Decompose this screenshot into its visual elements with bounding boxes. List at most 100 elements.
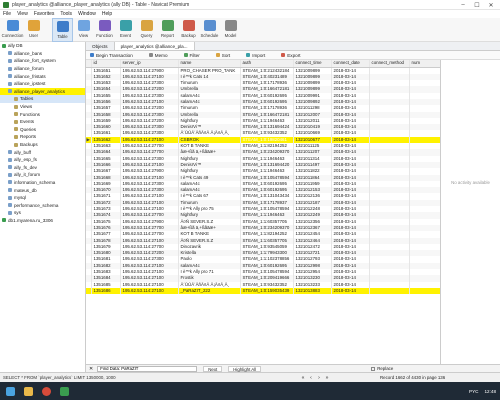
- menu-favorites[interactable]: Favorites: [34, 11, 55, 17]
- toolbar-query-button[interactable]: Query: [136, 18, 157, 42]
- table-row[interactable]: 1351686 195.62.53.114:27100 _PaRaZIT_222 ST…: [86, 287, 440, 295]
- menu-view[interactable]: View: [17, 11, 28, 17]
- toolbar-report-button[interactable]: Report: [157, 18, 178, 42]
- tab-player-analytics[interactable]: player_analytics @alliance_pla...: [114, 42, 195, 50]
- cell-auth[interactable]: STEAM_1:0:212432184: [240, 67, 294, 74]
- menu-help[interactable]: Help: [102, 11, 112, 17]
- import-button[interactable]: Import: [246, 53, 273, 58]
- tab-objects[interactable]: Objects: [86, 42, 115, 50]
- tree-item-alliance-fort-system[interactable]: alliance_fort_system: [0, 57, 85, 65]
- tree-item-alliance-ipstest[interactable]: alliance_ipstest: [0, 80, 85, 88]
- tree-item-sys[interactable]: sys: [0, 209, 85, 217]
- cell-connect-method[interactable]: [369, 67, 410, 74]
- cell-auth[interactable]: STEAM_1:0:17178936: [240, 105, 294, 112]
- memo-button[interactable]: Memo: [148, 53, 176, 58]
- column-header-num[interactable]: num: [409, 60, 440, 68]
- taskbar-browser[interactable]: [38, 384, 54, 398]
- toolbar-schedule-button[interactable]: Schedule: [199, 18, 220, 42]
- cell-connect-date[interactable]: 2018-03-14: [331, 67, 370, 74]
- tree-item-views[interactable]: Views: [0, 103, 85, 111]
- toolbar-backup-button[interactable]: Backup: [178, 18, 199, 42]
- cell-connect-date[interactable]: 2018-03-14: [331, 287, 370, 295]
- data-grid[interactable]: id server_ip name auth connect_time connect_d…: [86, 60, 441, 364]
- tree-item-alliance-forum[interactable]: alliance_forum: [0, 65, 85, 73]
- last-page-icon[interactable]: »: [324, 375, 330, 381]
- toolbar-user-button[interactable]: User: [23, 18, 44, 42]
- tree-item-alliance-bans[interactable]: alliance_bans: [0, 50, 85, 58]
- cell-id[interactable]: 1351686: [91, 287, 121, 295]
- tree-item-reports[interactable]: Reports: [0, 133, 85, 141]
- tree-item-db1-myarena-ru-3306[interactable]: db1.myarena.ru_3306: [0, 217, 85, 225]
- toolbar-function-button[interactable]: Function: [94, 18, 115, 42]
- table-row[interactable]: 1351651 195.62.53.114:27900 PRO_CHASER PRO…: [86, 67, 440, 74]
- toolbar-table-button[interactable]: Table: [52, 18, 73, 42]
- cell-auth[interactable]: STEAM_1:0:105478594: [240, 174, 294, 181]
- cell-name[interactable]: _PaRaZIT_222: [178, 287, 241, 295]
- cell-auth[interactable]: STEAM_1:1:102378856: [240, 256, 294, 263]
- cell-auth[interactable]: STEAM_1:1:60357705: [240, 218, 294, 225]
- cell-auth[interactable]: STEAM_1:0:159035439: [240, 287, 294, 295]
- column-header-server-ip[interactable]: server_ip: [120, 60, 179, 68]
- column-header-connect-time[interactable]: connect_time: [293, 60, 332, 68]
- cell-auth[interactable]: STEAM_1:0:166472181: [240, 86, 294, 93]
- tree-item-ally-fs-dev[interactable]: ally_fs_dev: [0, 164, 85, 172]
- column-header-connect-date[interactable]: connect_date: [331, 60, 370, 68]
- menu-file[interactable]: File: [3, 11, 11, 17]
- tree-item-tables[interactable]: Tables: [0, 95, 85, 103]
- cell-num[interactable]: [409, 67, 440, 74]
- column-header-auth[interactable]: auth: [240, 60, 294, 68]
- tree-item-queries[interactable]: Queries: [0, 126, 85, 134]
- begin-transaction-button[interactable]: Begin Transaction: [90, 53, 141, 58]
- sort-button[interactable]: Sort: [215, 53, 238, 58]
- tree-item-ally-esp-fs[interactable]: ally_esp_fs: [0, 156, 85, 164]
- find-next-button[interactable]: Next: [203, 365, 223, 372]
- toolbar-model-button[interactable]: Model: [220, 18, 241, 42]
- export-button[interactable]: Export: [281, 53, 308, 58]
- toolbar-view-button[interactable]: View: [73, 18, 94, 42]
- cell-id[interactable]: 1351651: [91, 67, 121, 74]
- tree-item-information-schema[interactable]: information_schema: [0, 179, 85, 187]
- prev-page-icon[interactable]: ‹: [308, 375, 314, 381]
- maximize-icon[interactable]: ☐: [470, 0, 484, 10]
- tree-item-alliance-player-analytics[interactable]: alliance_player_analytics: [0, 87, 85, 96]
- tree-item-ally-db[interactable]: ally DB: [0, 42, 85, 50]
- cell-auth[interactable]: STEAM_1:0:93432352: [240, 130, 294, 137]
- cell-server-ip[interactable]: 195.62.53.114:27100: [120, 287, 179, 295]
- highlight-all-button[interactable]: Highlight All: [228, 365, 262, 372]
- cell-auth[interactable]: STEAM_1:1:82194252: [240, 231, 294, 238]
- taskbar-explorer[interactable]: [20, 384, 36, 398]
- tree-item-performance-schema[interactable]: performance_schema: [0, 201, 85, 209]
- filter-button[interactable]: Filter: [183, 53, 208, 58]
- tree-item-ally-buff[interactable]: ally_buff: [0, 148, 85, 156]
- cell-num[interactable]: [409, 287, 440, 295]
- tree-item-backups[interactable]: Backups: [0, 141, 85, 149]
- cell-auth[interactable]: STEAM_1:0:93432352: [240, 281, 294, 288]
- toolbar-connection-button[interactable]: Connection: [2, 18, 23, 42]
- first-page-icon[interactable]: «: [300, 375, 306, 381]
- cell-name[interactable]: PRO_CHASER PRO_TANK: [178, 67, 241, 74]
- close-find-icon[interactable]: ✕: [89, 366, 93, 372]
- find-input[interactable]: [97, 365, 198, 372]
- cell-connect-time[interactable]: 1321009899: [293, 67, 332, 74]
- column-header-name[interactable]: name: [178, 60, 241, 68]
- cell-auth[interactable]: STEAM_1:1:60357705: [240, 237, 294, 244]
- replace-checkbox[interactable]: Replace: [371, 366, 393, 371]
- tree-item-events[interactable]: Events: [0, 118, 85, 126]
- taskbar-navicat[interactable]: [56, 384, 72, 398]
- cell-auth[interactable]: STEAM_1:0:131043434: [240, 193, 294, 200]
- cell-auth[interactable]: STEAM_1:0:234209370: [240, 149, 294, 156]
- next-page-icon[interactable]: ›: [316, 375, 322, 381]
- start-button[interactable]: [2, 384, 18, 398]
- toolbar-event-button[interactable]: Event: [115, 18, 136, 42]
- tree-item-ally-it-forum[interactable]: ally_it_forum: [0, 171, 85, 179]
- cell-connect-method[interactable]: [369, 287, 410, 295]
- cell-server-ip[interactable]: 195.62.53.114:27900: [120, 67, 179, 74]
- cell-auth[interactable]: STEAM_1:0:209419666: [240, 275, 294, 282]
- column-header-id[interactable]: id: [91, 60, 121, 68]
- tree-item-alliance-fristats[interactable]: alliance_fristats: [0, 72, 85, 80]
- tree-item-mateus-db[interactable]: mateus_db: [0, 186, 85, 194]
- tree-item-mysql[interactable]: mysql: [0, 194, 85, 202]
- minimize-icon[interactable]: –: [456, 0, 470, 10]
- close-icon[interactable]: ✕: [484, 0, 498, 10]
- tree-item-functions[interactable]: Functions: [0, 110, 85, 118]
